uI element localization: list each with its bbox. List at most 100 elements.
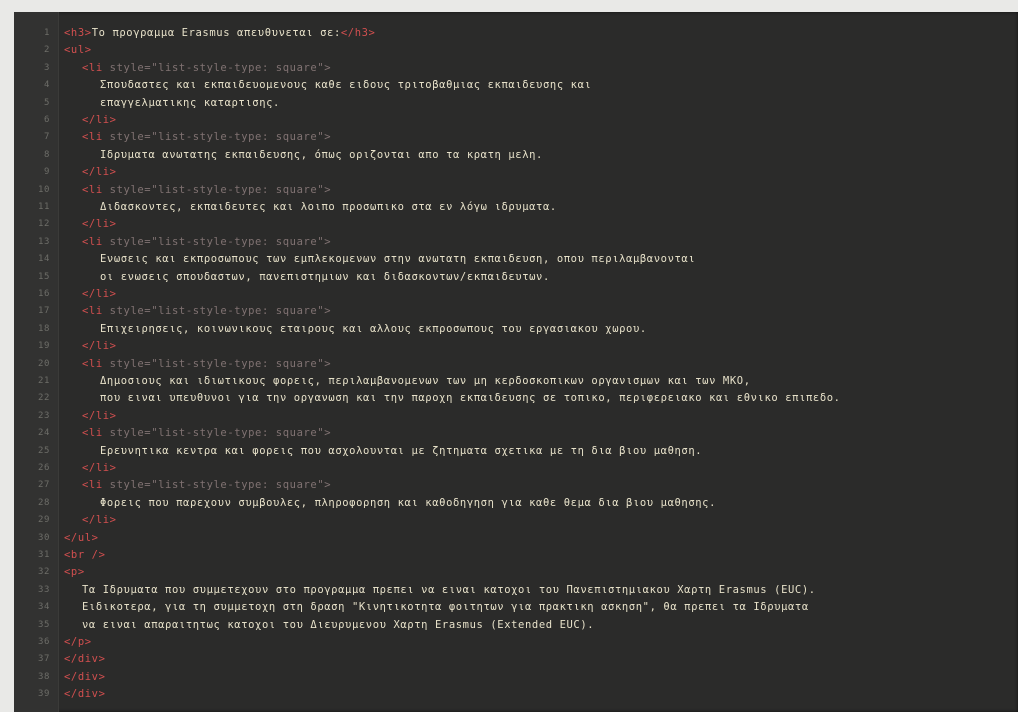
line-number: 14: [37, 254, 50, 265]
code-line[interactable]: 13 <li style="list-style-type: square">: [14, 235, 1018, 250]
line-number: 27: [37, 480, 50, 491]
code-content: </li>: [82, 339, 117, 354]
code-content: </div>: [64, 670, 106, 685]
code-line[interactable]: 4 Σπουδαστες και εκπαιδευομενους καθε ειδ…: [14, 78, 1018, 93]
code-line[interactable]: 1 <h3>Το προγραμμα Erasmus απευθυνεται σε…: [14, 26, 1018, 41]
line-number: 3: [43, 62, 50, 73]
code-line[interactable]: 23 </li>: [14, 409, 1018, 424]
code-line[interactable]: 26 </li>: [14, 461, 1018, 476]
line-number: 15: [37, 271, 50, 282]
code-content: <h3>Το προγραμμα Erasmus απευθυνεται σε:…: [64, 26, 375, 41]
code-line[interactable]: 15 οι ενωσεις σπουδαστων, πανεπιστημιων κ…: [14, 270, 1018, 285]
code-content: οι ενωσεις σπουδαστων, πανεπιστημιων και…: [100, 270, 550, 285]
code-line[interactable]: 11 Διδασκοντες, εκπαιδευτες και λοιπο προ…: [14, 200, 1018, 215]
html-tag-open: </li>: [82, 409, 117, 422]
line-number: 6: [43, 115, 50, 125]
code-content: <p>: [64, 565, 85, 580]
code-content: </li>: [82, 513, 117, 528]
html-attribute: style="list-style-type: square">: [102, 479, 332, 492]
code-content: Τα Ιδρυματα που συμμετεχουν στο προγραμμ…: [82, 583, 816, 598]
code-line[interactable]: 25 Ερευνητικα κεντρα και φορεις που ασχολ…: [14, 444, 1018, 459]
text-content: Ιδρυματα ανωτατης εκπαιδευσης, όπως οριζ…: [100, 148, 543, 161]
text-content: επαγγελματικης καταρτισης.: [100, 96, 280, 109]
code-line[interactable]: 3 <li style="list-style-type: square">: [14, 61, 1018, 76]
code-line[interactable]: 32 <p>: [14, 565, 1018, 580]
text-content: που ειναι υπευθυνοι για την οργανωση και…: [100, 392, 841, 405]
text-content: να ειναι απαραιτητως κατοχοι του Διευρυμ…: [82, 618, 595, 631]
code-line[interactable]: 12 </li>: [14, 217, 1018, 232]
html-tag-open: <h3>: [64, 27, 92, 39]
code-line[interactable]: 24 <li style="list-style-type: square">: [14, 426, 1018, 441]
code-content: </li>: [82, 409, 117, 424]
code-line[interactable]: 35 να ειναι απαραιτητως κατοχοι του Διευρ…: [14, 618, 1018, 633]
code-line[interactable]: 7 <li style="list-style-type: square">: [14, 130, 1018, 145]
html-tag-open: </ul>: [64, 531, 99, 544]
code-line[interactable]: 21 Δημοσιους και ιδιωτικους φορεις, περιλ…: [14, 374, 1018, 389]
code-line[interactable]: 6 </li>: [14, 113, 1018, 128]
code-line[interactable]: 9 </li>: [14, 165, 1018, 180]
line-number: 24: [37, 428, 50, 439]
line-number: 30: [37, 532, 50, 543]
text-content: Σπουδαστες και εκπαιδευομενους καθε ειδο…: [100, 79, 592, 92]
code-content: Ειδικοτερα, για τη συμμετοχη στη δραση "…: [82, 600, 809, 615]
html-tag-open: <li: [82, 357, 103, 370]
text-content: Ερευνητικα κεντρα και φορεις που ασχολου…: [100, 444, 703, 457]
html-tag-open: </li>: [82, 514, 117, 527]
code-line[interactable]: 14 Ενωσεις και εκπροσωπους των εμπλεκομεν…: [14, 252, 1018, 267]
code-line[interactable]: 37 </div>: [14, 652, 1018, 667]
code-line[interactable]: 19 </li>: [14, 339, 1018, 354]
code-content: </li>: [82, 113, 117, 128]
code-line[interactable]: 38 </div>: [14, 670, 1018, 685]
code-line[interactable]: 29 </li>: [14, 513, 1018, 528]
code-line[interactable]: 10 <li style="list-style-type: square">: [14, 183, 1018, 198]
text-content: οι ενωσεις σπουδαστων, πανεπιστημιων και…: [100, 270, 550, 283]
code-content: <li style="list-style-type: square">: [82, 235, 331, 250]
html-tag-open: <li: [82, 131, 103, 144]
code-line[interactable]: 31 <br />: [14, 548, 1018, 563]
code-line[interactable]: 30 </ul>: [14, 531, 1018, 546]
code-content: Φορεις που παρεχουν συμβουλες, πληροφορη…: [100, 496, 716, 511]
html-tag-open: </li>: [82, 462, 117, 474]
line-number: 38: [37, 671, 50, 682]
code-line[interactable]: 18 Επιχειρησεις, κοινωνικους εταιρους και…: [14, 322, 1018, 337]
code-line[interactable]: 33 Τα Ιδρυματα που συμμετεχουν στο προγρα…: [14, 583, 1018, 598]
code-line[interactable]: 8 Ιδρυματα ανωτατης εκπαιδευσης, όπως ορι…: [14, 148, 1018, 163]
text-content: Διδασκοντες, εκπαιδευτες και λοιπο προσω…: [100, 201, 557, 213]
code-content: </li>: [82, 287, 117, 302]
code-content: </li>: [82, 217, 117, 232]
code-content: </p>: [64, 635, 92, 650]
line-number: 37: [37, 654, 50, 665]
line-number: 28: [37, 497, 50, 508]
code-line[interactable]: 20 <li style="list-style-type: square">: [14, 357, 1018, 372]
html-tag-open: <p>: [64, 566, 85, 579]
html-attribute: style="list-style-type: square">: [102, 357, 332, 370]
text-content: Ειδικοτερα, για τη συμμετοχη στη δραση "…: [82, 601, 809, 614]
code-line[interactable]: 17 <li style="list-style-type: square">: [14, 304, 1018, 319]
line-number: 33: [37, 584, 50, 595]
code-content: να ειναι απαραιτητως κατοχοι του Διευρυμ…: [82, 618, 594, 633]
code-editor[interactable]: 1 <h3>Το προγραμμα Erasmus απευθυνεται σε…: [14, 12, 1018, 712]
code-content: <li style="list-style-type: square">: [82, 357, 331, 372]
code-content: </div>: [64, 687, 106, 702]
line-number: 35: [37, 619, 50, 630]
line-number: 16: [37, 289, 50, 299]
code-content: <li style="list-style-type: square">: [82, 304, 331, 319]
code-line[interactable]: 39 </div>: [14, 687, 1018, 702]
code-line[interactable]: 36 </p>: [14, 635, 1018, 650]
code-line[interactable]: 34 Ειδικοτερα, για τη συμμετοχη στη δραση…: [14, 600, 1018, 615]
code-content: Ιδρυματα ανωτατης εκπαιδευσης, όπως οριζ…: [100, 148, 543, 163]
code-line[interactable]: 28 Φορεις που παρεχουν συμβουλες, πληροφο…: [14, 496, 1018, 511]
line-number: 36: [37, 637, 50, 647]
code-line[interactable]: 16 </li>: [14, 287, 1018, 302]
line-number: 4: [43, 80, 50, 91]
html-tag-open: </li>: [82, 340, 117, 353]
code-line[interactable]: 5 επαγγελματικης καταρτισης.: [14, 96, 1018, 111]
code-content: Επιχειρησεις, κοινωνικους εταιρους και α…: [100, 322, 647, 337]
line-number: 5: [43, 97, 50, 108]
code-line[interactable]: 2 <ul>: [14, 43, 1018, 58]
code-line[interactable]: 22 που ειναι υπευθυνοι για την οργανωση κ…: [14, 391, 1018, 406]
html-attribute: style="list-style-type: square">: [102, 183, 332, 196]
code-line[interactable]: 27 <li style="list-style-type: square">: [14, 478, 1018, 493]
text-content: Τα Ιδρυματα που συμμετεχουν στο προγραμμ…: [82, 583, 816, 596]
html-attribute: style="list-style-type: square">: [102, 305, 332, 318]
